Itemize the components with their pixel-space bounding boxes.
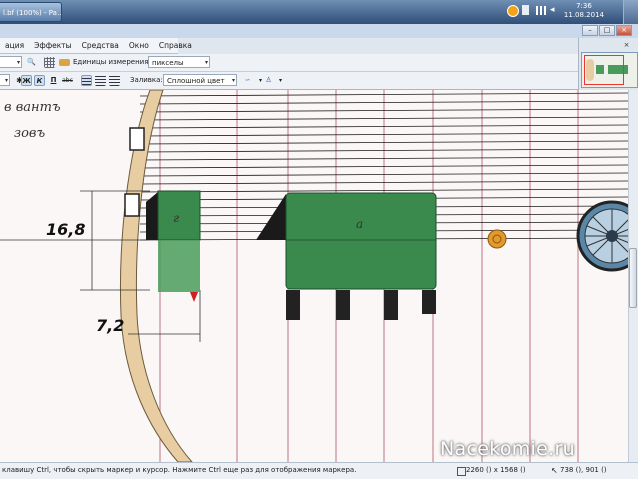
plank-slot <box>129 127 145 151</box>
align-left-icon[interactable] <box>81 75 92 86</box>
align-center-icon[interactable] <box>95 75 106 86</box>
volume-icon[interactable]: ◂ <box>550 6 559 15</box>
align-right-icon[interactable] <box>109 75 120 86</box>
car-leg <box>286 290 300 320</box>
minimize-button[interactable]: – <box>582 25 598 36</box>
grid-icon[interactable] <box>44 57 55 68</box>
strikethrough-button[interactable]: abc <box>62 75 73 86</box>
maximize-button[interactable]: □ <box>599 25 615 36</box>
clock[interactable]: 7:36 11.08.2014 <box>564 2 604 20</box>
tray-flag-icon[interactable] <box>522 5 529 15</box>
menu-adjustments[interactable]: ация <box>0 41 29 50</box>
menu-effects[interactable]: Эффекты <box>29 41 77 50</box>
clock-date: 11.08.2014 <box>563 11 604 19</box>
ruler-icon[interactable] <box>59 59 70 66</box>
status-bar: клавишу Ctrl, чтобы скрыть маркер и курс… <box>0 462 638 479</box>
tray-app-icon[interactable] <box>507 5 519 17</box>
cursor-icon: ↖ <box>551 466 558 475</box>
handwritten-text-second: зовъ <box>14 126 46 141</box>
bold-button[interactable]: Ж <box>21 75 32 86</box>
taskbar-window-button[interactable]: l.bf (100%) - Pa… <box>0 2 62 22</box>
network-icon[interactable] <box>536 6 546 15</box>
menu-bar: ация Эффекты Средства Окно Справка <box>0 38 192 54</box>
blend-mode-icon[interactable]: ♙ <box>263 75 274 86</box>
units-select[interactable]: пикселы ▾ <box>148 56 210 68</box>
car-leg <box>384 290 398 320</box>
status-hint: клавишу Ctrl, чтобы скрыть маркер и курс… <box>2 466 357 474</box>
dimension-height-label: 16,8 <box>46 220 86 239</box>
title-bar <box>0 24 638 38</box>
small-car-bottom <box>158 240 200 292</box>
thumbnail-viewport[interactable] <box>584 55 624 85</box>
underline-button[interactable]: П <box>48 75 59 86</box>
car-leg <box>422 290 436 314</box>
font-size-combo[interactable]: ▾ <box>0 74 10 86</box>
watermark: Nacekomie.ru <box>440 438 575 460</box>
plank-slot <box>124 193 140 217</box>
toolbar-text: ▾ ✱ Ж К П abc Заливка: Сплошной цвет ▾ ∽ … <box>0 72 578 90</box>
fill-select[interactable]: Сплошной цвет ▾ <box>163 74 237 86</box>
status-cursor-position: 738 (), 901 () <box>560 466 607 474</box>
show-desktop-button[interactable] <box>623 0 638 24</box>
italic-button[interactable]: К <box>34 75 45 86</box>
menu-help[interactable]: Справка <box>154 41 197 50</box>
status-image-size: 2260 () x 1568 () <box>466 466 526 474</box>
close-button[interactable]: × <box>616 25 632 36</box>
blend-mode-dropdown[interactable]: ▾ <box>275 75 286 86</box>
toolbar-main: ▾ 🔍 Единицы измерения: пикселы ▾ <box>0 54 578 72</box>
drawing <box>0 90 628 462</box>
fill-select-value: Сплошной цвет <box>167 77 225 85</box>
fill-label: Заливка: <box>130 76 163 84</box>
scrollbar-thumb[interactable] <box>629 248 637 308</box>
large-car-body <box>285 192 437 290</box>
antialias-icon[interactable]: ∽ <box>242 75 253 86</box>
clock-time: 7:36 <box>576 2 592 10</box>
units-label: Единицы измерения: <box>73 58 151 66</box>
car-leg <box>336 290 350 320</box>
zoom-combo[interactable]: ▾ <box>0 56 22 68</box>
handwritten-text-top: в вантъ <box>4 100 61 115</box>
zoom-icon[interactable]: 🔍 <box>26 57 37 68</box>
large-car-letter: а <box>356 217 364 231</box>
coin-icon <box>487 229 507 249</box>
panel-close-icon[interactable]: × <box>622 41 631 49</box>
small-car-letter: г <box>173 211 180 225</box>
dimension-width-label: 7,2 <box>96 316 125 335</box>
window-controls: – □ × <box>582 25 632 36</box>
units-select-value: пикселы <box>152 59 184 67</box>
image-size-icon <box>457 467 466 476</box>
menu-tools[interactable]: Средства <box>77 41 124 50</box>
image-canvas[interactable]: 16,8 7,2 в вантъ зовъ г а <box>0 90 628 462</box>
navigator-thumbnail[interactable] <box>581 52 638 88</box>
menu-window[interactable]: Окно <box>124 41 154 50</box>
